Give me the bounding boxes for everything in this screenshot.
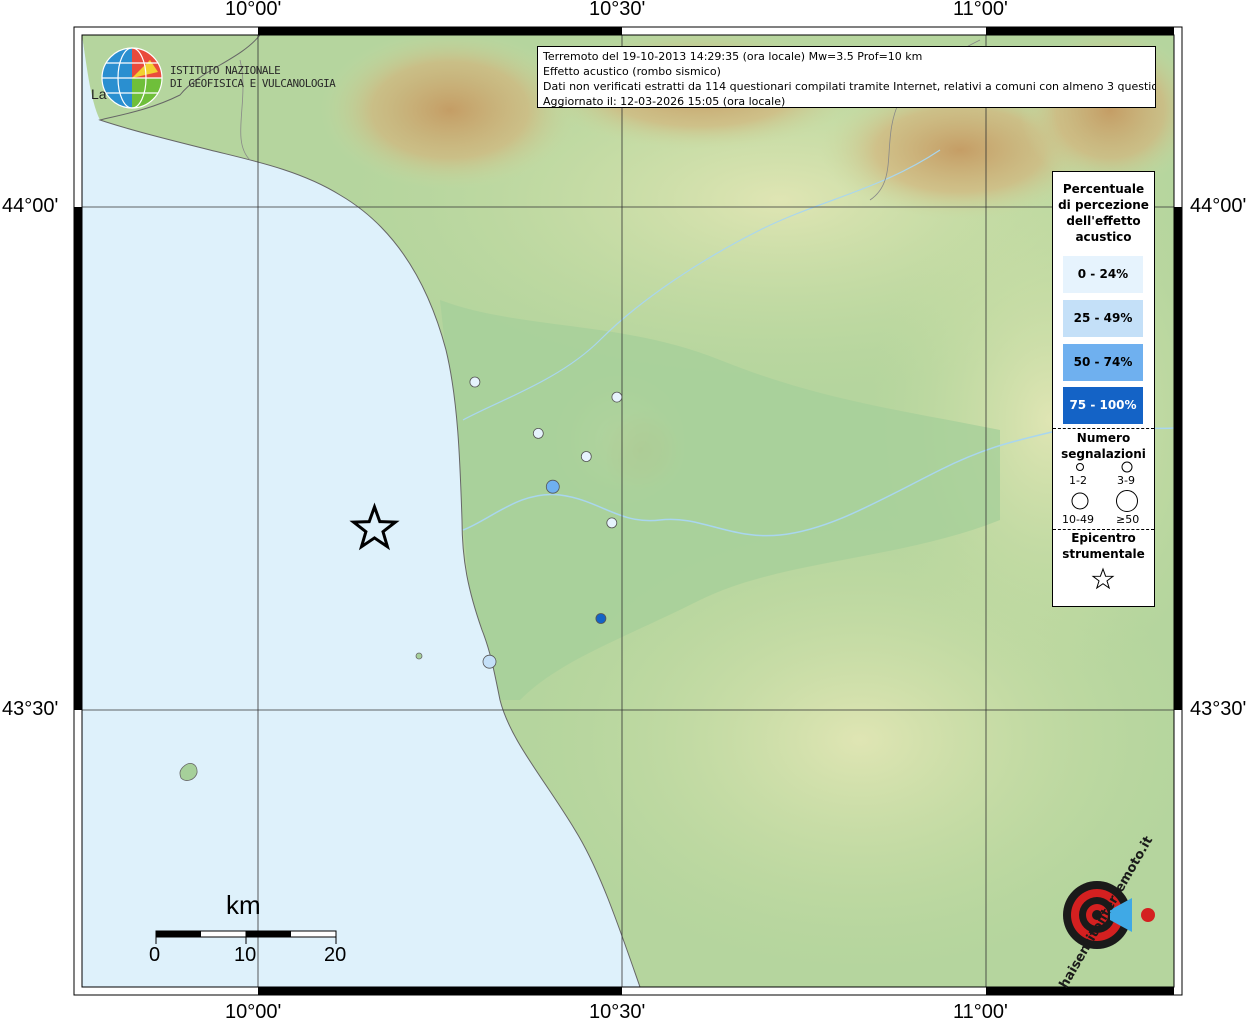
legend-class-3: 75 - 100% [1063, 387, 1143, 424]
ingv-logo-icon [101, 47, 163, 109]
observation-point[interactable] [532, 427, 544, 439]
scale-tick-10: 10 [234, 944, 257, 966]
observation-point[interactable] [606, 517, 618, 529]
lon-label-bottom-3: 11°00' [953, 1001, 1008, 1023]
lat-label-left-2: 43°30' [2, 698, 59, 720]
legend-count-symbols [1071, 461, 1138, 512]
legend-count-1: 1-2 [1069, 474, 1087, 487]
legend-count-3: 10-49 [1062, 513, 1094, 526]
lat-label-right-1: 44°00' [1190, 195, 1247, 217]
lon-label-bottom-1: 10°00' [225, 1001, 282, 1023]
observation-point[interactable] [595, 613, 607, 624]
legend-star-icon [1091, 567, 1115, 590]
legend-count-4: ≥50 [1116, 513, 1140, 526]
legend-class-1: 25 - 49% [1063, 300, 1143, 337]
event-data-note: Dati non verificati estratti da 114 ques… [543, 80, 1156, 93]
scale-tick-0: 0 [149, 944, 161, 966]
lat-label-right-2: 43°30' [1190, 698, 1247, 720]
lon-label-bottom-2: 10°30' [589, 1001, 646, 1023]
legend-class-2: 50 - 74% [1063, 344, 1143, 381]
observation-point[interactable] [469, 376, 481, 388]
event-updated: Aggiornato il: 12-03-2026 15:05 (ora loc… [543, 95, 786, 108]
event-effect: Effetto acustico (rombo sismico) [543, 65, 721, 78]
legend: Percentuale di percezione dell'effetto a… [1052, 171, 1155, 607]
observation-point[interactable] [545, 479, 560, 494]
lon-label-top-3: 11°00' [953, 0, 1008, 20]
event-title: Terremoto del 19-10-2013 14:29:35 (ora l… [543, 50, 923, 63]
lon-label-top-2: 10°30' [589, 0, 646, 20]
legend-title: Percentuale di percezione dell'effetto a… [1058, 182, 1149, 244]
lon-label-top-1: 10°00' [225, 0, 282, 20]
place-label: La [91, 86, 107, 102]
event-info-box: Terremoto del 19-10-2013 14:29:35 (ora l… [537, 46, 1156, 108]
legend-epicenter-title: Epicentro strumentale [1062, 531, 1145, 561]
observation-point[interactable] [482, 654, 497, 669]
legend-count-2: 3-9 [1117, 474, 1135, 487]
scale-unit: km [226, 890, 261, 920]
legend-class-0: 0 - 24% [1063, 256, 1143, 293]
ingv-logo-text: ISTITUTO NAZIONALE DI GEOFISICA E VULCAN… [170, 64, 336, 90]
lat-label-left-1: 44°00' [2, 195, 59, 217]
observation-point[interactable] [611, 391, 623, 403]
observation-point[interactable] [580, 451, 592, 462]
scale-tick-20: 20 [324, 944, 347, 966]
